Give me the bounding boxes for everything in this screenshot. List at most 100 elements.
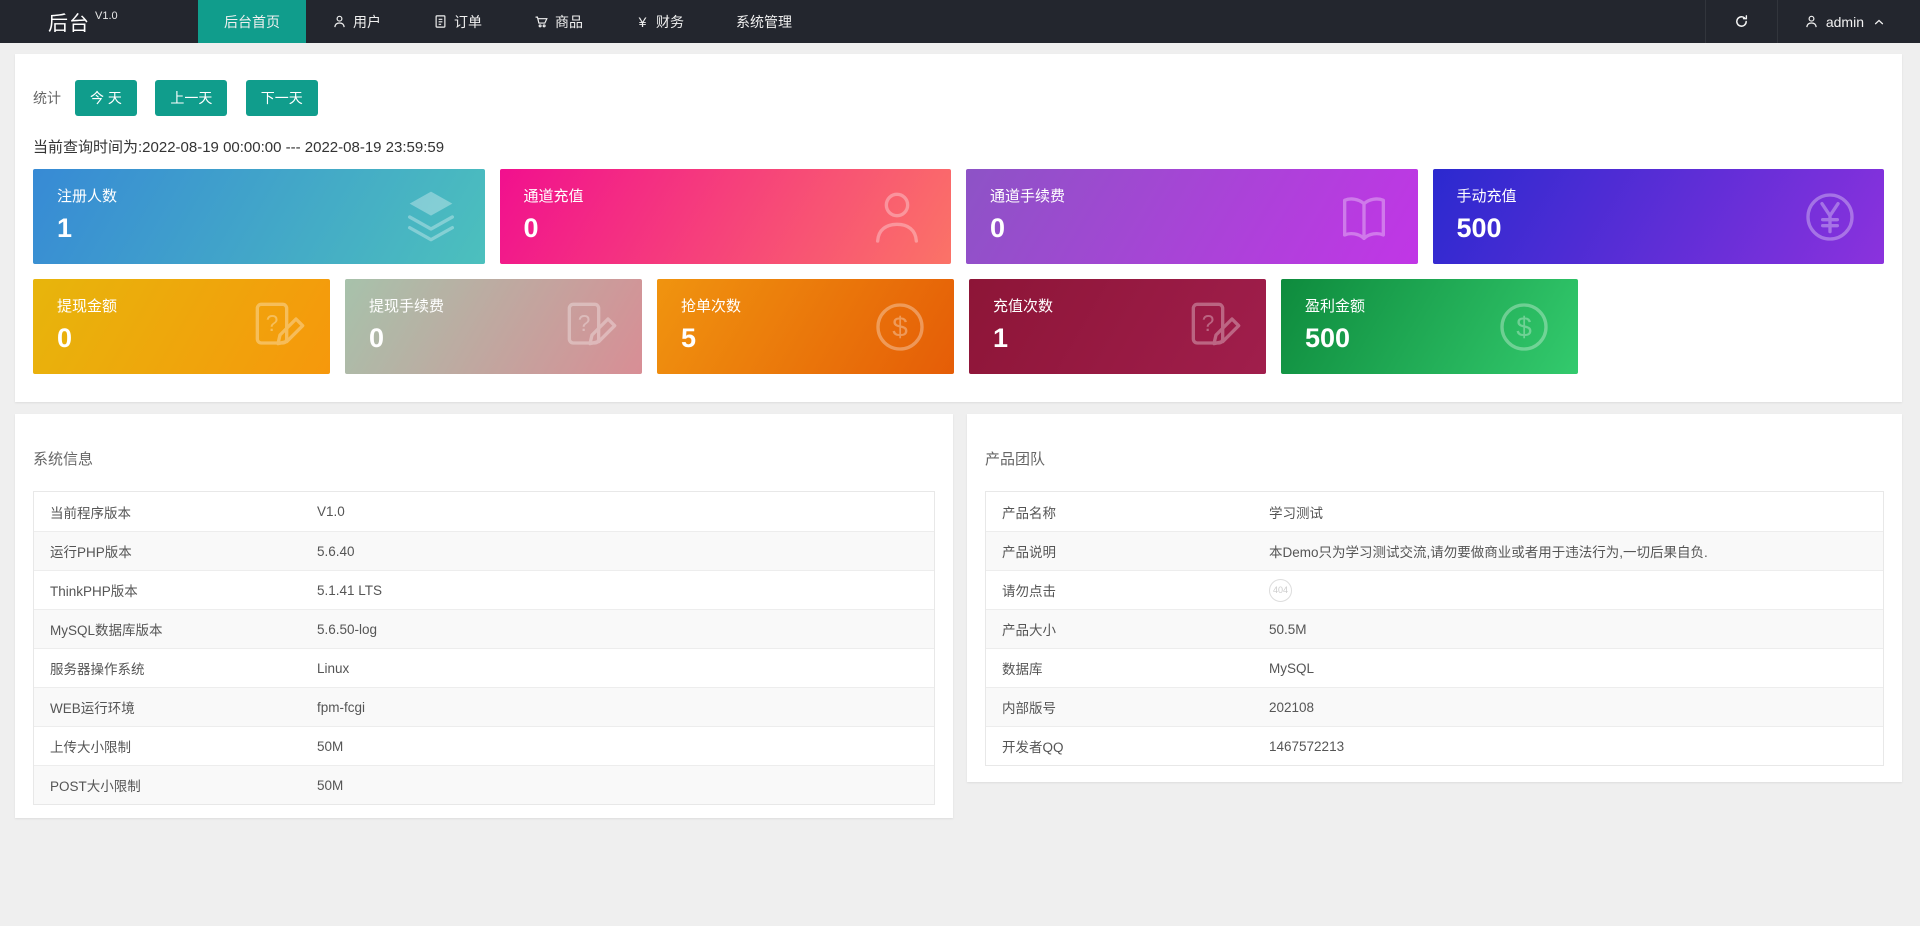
nav-item-label: 系统管理 [736, 13, 792, 30]
table-row-label: POST大小限制 [50, 779, 141, 794]
order-icon [433, 14, 448, 29]
statistics-panel: 统计 今 天 上一天 下一天 当前查询时间为:2022-08-19 00:00:… [15, 54, 1902, 402]
table-row: POST大小限制 50M [34, 765, 934, 804]
navbar-right: admin [1704, 0, 1920, 43]
product-team-title: 产品团队 [985, 451, 1046, 468]
table-row-label: 数据库 [1002, 662, 1043, 677]
nav-item-财务[interactable]: ¥ 财务 [609, 0, 710, 43]
table-row-value: MySQL [1269, 660, 1315, 676]
stat-card: 手动充值 500 [1432, 169, 1884, 264]
chevron-up-icon [1871, 14, 1886, 29]
edit-question-icon: ? [1180, 295, 1244, 359]
edit-question-icon: ? [244, 295, 308, 359]
nav-item-label: 财务 [656, 13, 684, 30]
user-menu[interactable]: admin [1776, 0, 1920, 43]
nav-item-label: 后台首页 [224, 13, 280, 30]
table-row-value: 404 [1269, 578, 1883, 602]
stat-range-button[interactable]: 今 天 [75, 80, 137, 116]
nav-item-后台首页[interactable]: 后台首页 [198, 0, 306, 43]
table-row-value: 5.1.41 LTS [317, 582, 383, 598]
username: admin [1825, 13, 1864, 30]
nav-item-label: 商品 [555, 13, 583, 30]
edit-question-icon: ? [556, 295, 620, 359]
user-icon [332, 14, 347, 29]
table-row-value: 202108 [1269, 699, 1315, 715]
stat-card: 抢单次数 5 $ [657, 279, 954, 374]
table-row-value: Linux [317, 660, 350, 676]
table-row-label: 产品大小 [1002, 623, 1056, 638]
product-team-table: 产品名称 学习测试 产品说明 本Demo只为学习测试交流,请勿要做商业或者用于违… [985, 491, 1884, 766]
main-menu: 后台首页 用户 订单 商品 ¥ 财务 系统管理 [198, 0, 818, 43]
nav-item-商品[interactable]: 商品 [508, 0, 609, 43]
nav-item-系统管理[interactable]: 系统管理 [710, 0, 818, 43]
nav-item-用户[interactable]: 用户 [306, 0, 407, 43]
stat-card: 提现金额 0 ? [33, 279, 330, 374]
stat-card: 盈利金额 500 $ [1281, 279, 1578, 374]
table-row-value: 本Demo只为学习测试交流,请勿要做商业或者用于违法行为,一切后果自负. [1269, 545, 1708, 560]
stat-cards-row2: 提现金额 0 ? 提现手续费 0 ? 抢单次数 5 $ 充值次数 1 ? 盈利金… [33, 279, 1884, 374]
yen-circle-icon [1798, 185, 1862, 249]
table-row-label: 上传大小限制 [50, 740, 131, 755]
table-row-value: 50M [317, 738, 344, 754]
table-row: 内部版号 202108 [986, 687, 1883, 726]
nav-item-订单[interactable]: 订单 [407, 0, 508, 43]
svg-text:$: $ [892, 311, 908, 342]
refresh-button[interactable] [1704, 0, 1777, 43]
dollar-circle-icon: $ [868, 295, 932, 359]
table-row: 当前程序版本 V1.0 [34, 492, 934, 531]
stat-card: 注册人数 1 [33, 169, 485, 264]
table-row-value: 1467572213 [1269, 738, 1345, 754]
bottom-panels: 系统信息 当前程序版本 V1.0 运行PHP版本 5.6.40 ThinkPHP… [15, 414, 1902, 818]
stat-card: 充值次数 1 ? [969, 279, 1266, 374]
table-row: 产品大小 50.5M [986, 609, 1883, 648]
table-row: 产品名称 学习测试 [986, 492, 1883, 531]
person-icon [865, 185, 929, 249]
stat-range-buttons: 今 天 上一天 下一天 [75, 80, 332, 116]
table-row: 请勿点击 404 [986, 570, 1883, 609]
table-row: MySQL数据库版本 5.6.50-log [34, 609, 934, 648]
table-row-label: MySQL数据库版本 [50, 623, 163, 638]
app-title: 后台 [48, 13, 90, 35]
product-team-panel: 产品团队 产品名称 学习测试 产品说明 本Demo只为学习测试交流,请勿要做商业… [967, 414, 1902, 782]
table-row-label: 请勿点击 [1002, 584, 1056, 599]
table-row: ThinkPHP版本 5.1.41 LTS [34, 570, 934, 609]
table-row-value: fpm-fcgi [317, 699, 366, 715]
svg-text:$: $ [1516, 311, 1532, 342]
table-row-label: 产品说明 [1002, 545, 1056, 560]
query-time-text: 当前查询时间为:2022-08-19 00:00:00 --- 2022-08-… [33, 139, 445, 156]
table-row: 上传大小限制 50M [34, 726, 934, 765]
stat-range-button[interactable]: 下一天 [245, 80, 318, 116]
stat-range-button[interactable]: 上一天 [155, 80, 228, 116]
nav-item-label: 用户 [353, 13, 381, 30]
table-row-label: WEB运行环境 [50, 701, 135, 716]
stat-card: 通道充值 0 [499, 169, 951, 264]
layers-icon [399, 185, 463, 249]
table-row-value: 50.5M [1269, 621, 1307, 637]
table-row-label: 服务器操作系统 [50, 662, 145, 677]
dollar-circle-icon: $ [1492, 295, 1556, 359]
do-not-click-badge[interactable]: 404 [1269, 578, 1292, 602]
table-row: WEB运行环境 fpm-fcgi [34, 687, 934, 726]
table-row-label: 产品名称 [1002, 505, 1056, 521]
system-info-panel: 系统信息 当前程序版本 V1.0 运行PHP版本 5.6.40 ThinkPHP… [15, 414, 953, 818]
table-row-label: 当前程序版本 [50, 505, 131, 521]
cart-icon [534, 14, 549, 29]
system-info-table: 当前程序版本 V1.0 运行PHP版本 5.6.40 ThinkPHP版本 5.… [33, 491, 935, 805]
svg-text:?: ? [578, 310, 591, 336]
yen-icon: ¥ [638, 13, 647, 30]
system-info-title: 系统信息 [33, 451, 94, 468]
stat-cards-row1: 注册人数 1 通道充值 0 通道手续费 0 手动充值 500 [33, 169, 1884, 264]
svg-text:?: ? [266, 310, 279, 336]
table-row-value: V1.0 [317, 504, 345, 519]
svg-text:?: ? [1202, 310, 1215, 336]
stat-card: 通道手续费 0 [966, 169, 1418, 264]
table-row-label: 内部版号 [1002, 701, 1056, 716]
app-logo: 后台 V1.0 [0, 0, 198, 43]
table-row: 数据库 MySQL [986, 648, 1883, 687]
nav-item-label: 订单 [454, 13, 482, 30]
table-row-label: 开发者QQ [1002, 740, 1064, 755]
table-row: 开发者QQ 1467572213 [986, 726, 1883, 765]
table-row-value: 5.6.40 [317, 543, 355, 559]
stat-card: 提现手续费 0 ? [345, 279, 642, 374]
table-row-value: 学习测试 [1269, 505, 1323, 521]
